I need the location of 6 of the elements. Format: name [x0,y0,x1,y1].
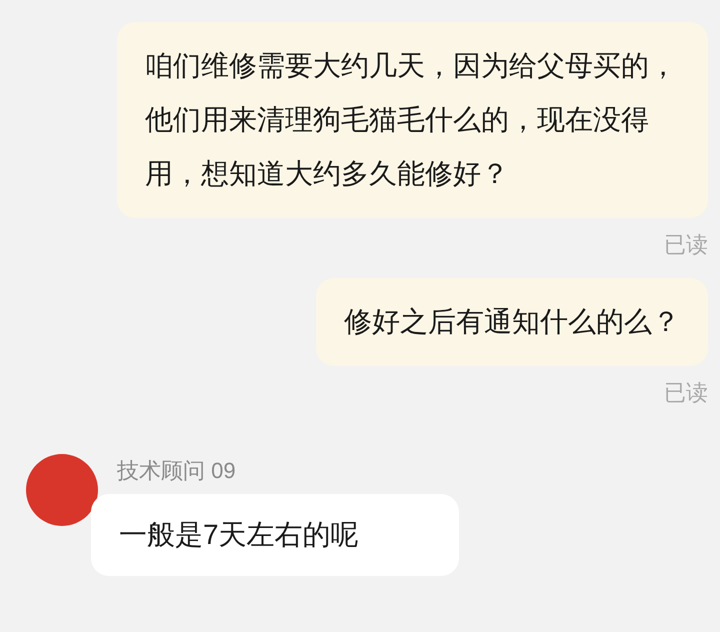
message-bubble: 咱们维修需要大约几天，因为给父母买的，他们用来清理狗毛猫毛什么的，现在没得用，想知道大约多久能修好？ [117,22,708,218]
message-bubble: 一般是7天左右的呢 [91,494,459,576]
sender-name: 技术顾问 09 [117,457,236,485]
read-status: 已读 [664,231,708,259]
read-status: 已读 [664,379,708,407]
message-bubble: 修好之后有通知什么的么？ [316,278,708,366]
